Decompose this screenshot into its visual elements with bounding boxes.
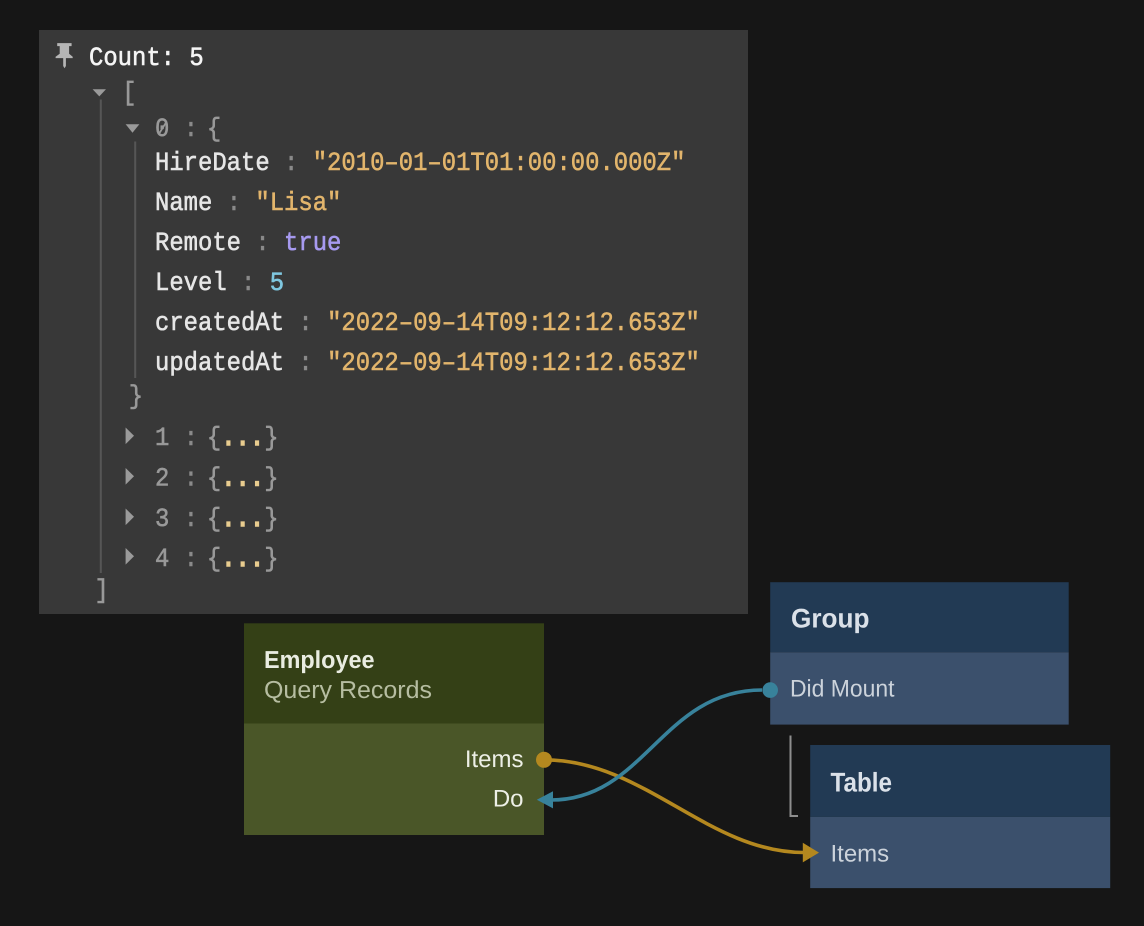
svg-text:Query Records: Query Records xyxy=(264,677,432,704)
svg-text:Table: Table xyxy=(831,767,893,797)
svg-text:4 : {...}: 4 : {...} xyxy=(155,545,279,575)
svg-text:[: [ xyxy=(122,79,136,109)
svg-text:3 : {...}: 3 : {...} xyxy=(155,505,279,535)
svg-text:Group: Group xyxy=(791,603,870,633)
svg-text:Do: Do xyxy=(493,786,524,813)
svg-text:2 : {...}: 2 : {...} xyxy=(155,465,279,495)
svg-text:1 : {...}: 1 : {...} xyxy=(155,424,279,454)
svg-text:createdAt : "2022–09–14T09:12:: createdAt : "2022–09–14T09:12:12.653Z" xyxy=(155,309,700,339)
svg-text:Name : "Lisa": Name : "Lisa" xyxy=(155,189,341,219)
svg-text:Count: 5: Count: 5 xyxy=(89,44,204,74)
svg-text:]: ] xyxy=(95,577,109,607)
svg-text:}: } xyxy=(129,383,143,413)
svg-text:Did Mount: Did Mount xyxy=(790,676,895,703)
svg-text:Remote : true: Remote : true xyxy=(155,229,341,259)
svg-text:updatedAt : "2022–09–14T09:12:: updatedAt : "2022–09–14T09:12:12.653Z" xyxy=(155,349,700,379)
svg-text:Level : 5: Level : 5 xyxy=(155,269,284,299)
svg-text:HireDate : "2010–01–01T01:00:0: HireDate : "2010–01–01T01:00:00.000Z" xyxy=(155,149,685,179)
svg-text:Employee: Employee xyxy=(264,647,375,674)
svg-text:Items: Items xyxy=(831,841,890,868)
svg-text:Items: Items xyxy=(465,746,524,773)
svg-text:0 : {: 0 : { xyxy=(155,115,221,145)
